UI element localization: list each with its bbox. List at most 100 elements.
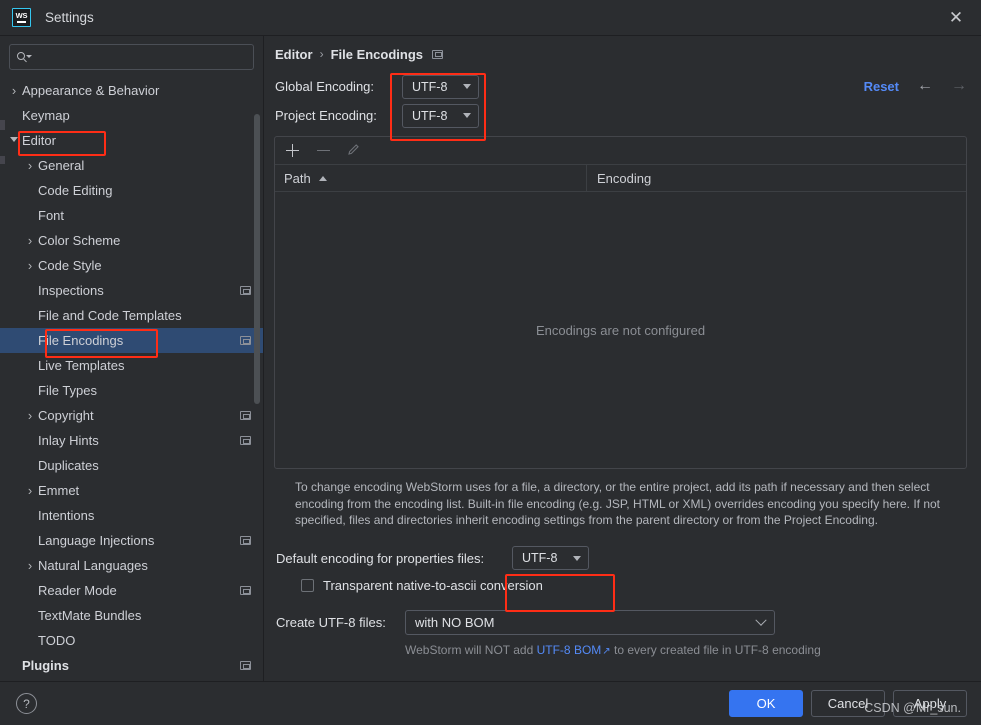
- properties-encoding-label: Default encoding for properties files:: [276, 550, 485, 566]
- transparent-conversion-row: Transparent native-to-ascii conversion: [275, 573, 967, 599]
- create-utf8-value: with NO BOM: [415, 615, 495, 630]
- remove-icon[interactable]: [315, 142, 332, 159]
- chevron-right-icon[interactable]: [22, 259, 38, 273]
- sidebar-item-copyright[interactable]: Copyright: [0, 403, 263, 428]
- sidebar-item-color-scheme[interactable]: Color Scheme: [0, 228, 263, 253]
- breadcrumb-root[interactable]: Editor: [275, 47, 313, 62]
- sidebar-item-code-style[interactable]: Code Style: [0, 253, 263, 278]
- project-encoding-dropdown[interactable]: UTF-8: [402, 103, 479, 128]
- project-encoding-label: Project Encoding:: [275, 108, 377, 123]
- chevron-right-icon[interactable]: [6, 84, 22, 98]
- sidebar-item-language-injections[interactable]: Language Injections: [0, 528, 263, 553]
- nav-back-icon[interactable]: ←: [917, 78, 933, 94]
- table-body[interactable]: Encodings are not configured: [275, 192, 966, 468]
- project-encoding-value: UTF-8: [412, 108, 448, 123]
- sidebar-item-emmet[interactable]: Emmet: [0, 478, 263, 503]
- sidebar-item-textmate-bundles[interactable]: TextMate Bundles: [0, 603, 263, 628]
- column-header-path-label: Path: [284, 170, 311, 186]
- sidebar-item-file-types[interactable]: File Types: [0, 378, 263, 403]
- bottom-form: Default encoding for properties files: U…: [274, 544, 967, 657]
- sidebar-item-label: Code Editing: [38, 183, 113, 198]
- config-badge-icon: [240, 286, 251, 295]
- edit-pencil-icon[interactable]: [346, 142, 363, 159]
- config-badge-icon: [240, 411, 251, 420]
- nav-forward-icon[interactable]: →: [951, 78, 967, 94]
- sidebar-item-label: Keymap: [22, 108, 70, 123]
- sidebar-item-natural-languages[interactable]: Natural Languages: [0, 553, 263, 578]
- config-badge-icon: [240, 436, 251, 445]
- config-badge-icon: [240, 661, 251, 670]
- reset-button[interactable]: Reset: [864, 79, 899, 94]
- dialog-footer: ? OK Cancel Apply: [0, 681, 981, 725]
- sidebar-item-editor[interactable]: Editor: [0, 128, 263, 153]
- sidebar-item-label: Language Injections: [38, 533, 155, 548]
- sidebar-item-intentions[interactable]: Intentions: [0, 503, 263, 528]
- apply-button[interactable]: Apply: [893, 690, 967, 717]
- chevron-right-icon[interactable]: [22, 234, 38, 248]
- edge-artifact-top: [0, 120, 5, 130]
- sidebar-item-label: File Types: [38, 383, 98, 398]
- breadcrumb-config-icon[interactable]: [432, 49, 444, 59]
- search-container: [0, 36, 263, 76]
- help-icon[interactable]: ?: [16, 693, 37, 714]
- breadcrumb-leaf: File Encodings: [330, 46, 424, 62]
- webstorm-logo-underline: [17, 21, 26, 23]
- sidebar-item-file-and-code-templates[interactable]: File and Code Templates: [0, 303, 263, 328]
- sidebar-item-todo[interactable]: TODO: [0, 628, 263, 653]
- bom-note-prefix: WebStorm will NOT add: [405, 642, 537, 657]
- table-toolbar: [275, 137, 966, 165]
- sidebar-item-inspections[interactable]: Inspections: [0, 278, 263, 303]
- table-header-row: Path Encoding: [275, 165, 966, 192]
- sidebar-item-label: General: [38, 158, 85, 173]
- sidebar-item-label: File and Code Templates: [38, 308, 182, 323]
- sidebar-item-reader-mode[interactable]: Reader Mode: [0, 578, 263, 603]
- sidebar-item-duplicates[interactable]: Duplicates: [0, 453, 263, 478]
- sidebar-item-plugins[interactable]: Plugins: [0, 653, 263, 678]
- search-box[interactable]: [9, 44, 254, 70]
- chevron-down-icon: [573, 555, 581, 561]
- utf8-bom-link[interactable]: UTF-8 BOM: [537, 643, 602, 657]
- sidebar-item-appearance-behavior[interactable]: Appearance & Behavior: [0, 78, 263, 103]
- bom-note-suffix: to every created file in UTF-8 encoding: [610, 642, 821, 657]
- chevron-right-icon[interactable]: [22, 484, 38, 498]
- properties-encoding-dropdown[interactable]: UTF-8: [512, 546, 589, 570]
- global-encoding-dropdown[interactable]: UTF-8: [402, 74, 479, 99]
- close-icon[interactable]: ✕: [943, 5, 969, 31]
- sidebar-item-label: Copyright: [38, 408, 94, 423]
- sidebar-item-live-templates[interactable]: Live Templates: [0, 353, 263, 378]
- column-header-encoding-label: Encoding: [597, 170, 652, 186]
- settings-main-panel: Editor › File Encodings Reset ← → Global…: [264, 36, 981, 681]
- webstorm-logo-text: WS: [15, 11, 28, 20]
- bom-note: WebStorm will NOT add UTF-8 BOM↗ to ever…: [275, 643, 967, 657]
- window-title: Settings: [45, 10, 94, 25]
- chevron-down-icon[interactable]: [6, 136, 22, 146]
- chevron-right-icon[interactable]: [22, 159, 38, 173]
- ok-button[interactable]: OK: [729, 690, 803, 717]
- cancel-button[interactable]: Cancel: [811, 690, 885, 717]
- column-header-encoding[interactable]: Encoding: [587, 165, 966, 191]
- settings-sidebar: Appearance & Behavior Keymap Editor General…: [0, 36, 264, 681]
- chevron-right-icon[interactable]: [22, 559, 38, 573]
- search-input[interactable]: [32, 49, 246, 65]
- sidebar-scrollbar[interactable]: [254, 114, 260, 404]
- sidebar-item-keymap[interactable]: Keymap: [0, 103, 263, 128]
- global-encoding-label: Global Encoding:: [275, 79, 375, 94]
- chevron-right-icon[interactable]: [22, 409, 38, 423]
- create-utf8-dropdown[interactable]: with NO BOM: [405, 610, 775, 635]
- sidebar-item-file-encodings[interactable]: File Encodings: [0, 328, 263, 353]
- sidebar-item-inlay-hints[interactable]: Inlay Hints: [0, 428, 263, 453]
- transparent-conversion-label: Transparent native-to-ascii conversion: [323, 578, 543, 593]
- description-text: To change encoding WebStorm uses for a f…: [295, 480, 940, 527]
- breadcrumb-separator: ›: [319, 47, 324, 61]
- sidebar-item-code-editing[interactable]: Code Editing: [0, 178, 263, 203]
- sidebar-item-general[interactable]: General: [0, 153, 263, 178]
- chevron-down-icon: [463, 113, 471, 118]
- sidebar-item-label: TextMate Bundles: [38, 608, 142, 623]
- transparent-conversion-checkbox[interactable]: [301, 579, 314, 592]
- sidebar-item-font[interactable]: Font: [0, 203, 263, 228]
- global-encoding-value: UTF-8: [412, 79, 448, 94]
- settings-body: Appearance & Behavior Keymap Editor General…: [0, 36, 981, 681]
- column-header-path[interactable]: Path: [275, 165, 587, 191]
- sidebar-item-label: Plugins: [22, 658, 69, 673]
- add-icon[interactable]: [284, 142, 301, 159]
